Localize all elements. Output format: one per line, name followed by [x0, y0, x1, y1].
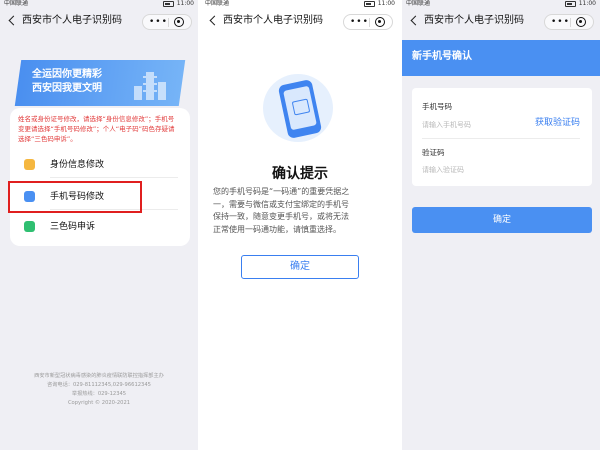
page-title: 西安市个人电子识别码 [424, 15, 524, 26]
close-circle-icon[interactable] [174, 17, 184, 27]
menu-item-label: 三色码申诉 [50, 222, 96, 232]
status-bar: 中国联通 11:00 [201, 0, 399, 8]
menu-item-label: 身份信息修改 [50, 160, 105, 170]
id-card-icon [24, 159, 35, 170]
page-title: 西安市个人电子识别码 [22, 15, 122, 26]
pagoda-icon [134, 72, 166, 100]
clock: 11:00 [377, 0, 395, 7]
clock: 11:00 [578, 0, 596, 7]
battery-icon [162, 1, 174, 7]
confirm-button[interactable]: 确定 [412, 207, 592, 233]
prompt-title: 确认提示 [272, 166, 328, 182]
miniapp-capsule: ••• [544, 14, 594, 30]
page-title: 西安市个人电子识别码 [223, 15, 323, 26]
close-circle-icon[interactable] [375, 17, 385, 27]
footer-copyright: Copyright © 2020-2021 [67, 400, 131, 406]
section-title: 新手机号确认 [412, 51, 472, 62]
carrier-label: 中国联通 [205, 0, 230, 7]
carrier-label: 中国联通 [406, 0, 431, 7]
phone-illustration-icon [263, 70, 337, 142]
more-icon[interactable]: ••• [149, 17, 168, 27]
battery-icon [564, 1, 576, 7]
highlight-box [8, 181, 142, 213]
phone-label: 手机号码 [422, 102, 452, 111]
notice-text: 姓名或身份证号修改，请选择“身份信息修改”；手机号 变更请选择“手机号码修改”；… [18, 115, 175, 143]
footer-hotline: 举报热线：029-12345 [71, 391, 127, 397]
screen-confirm-prompt: 中国联通 11:00 西安市个人电子识别码 ••• 确认提示 您的手机号码是“一… [201, 0, 399, 450]
clock: 11:00 [176, 0, 194, 7]
screen-new-phone: 中国联通 11:00 西安市个人电子识别码 ••• 新手机号确认 手机号码 请输… [402, 0, 600, 450]
menu-item-identity[interactable]: 身份信息修改 [18, 152, 178, 178]
more-icon[interactable]: ••• [350, 17, 369, 27]
miniapp-capsule: ••• [142, 14, 192, 30]
code-input[interactable]: 请输入验证码 [422, 165, 464, 175]
screen-modify-menu: 中国联通 11:00 西安市个人电子识别码 ••• 全运因你更精彩 西安因我更文… [0, 0, 198, 450]
promo-banner: 全运因你更精彩 西安因我更文明 [14, 60, 186, 106]
footer-organizer: 西安市新型冠状病毒感染的肺炎疫情联防联控指挥部主办 [34, 373, 164, 379]
nav-bar: 西安市个人电子识别码 ••• [402, 10, 600, 32]
prompt-description: 您的手机号码是“一码通”的重要凭据之 一，需要与微信或支付宝绑定的手机号 保持一… [213, 187, 350, 234]
phone-input[interactable]: 请输入手机号码 [422, 120, 471, 130]
nav-bar: 西安市个人电子识别码 ••• [0, 10, 198, 32]
footer-phone: 咨询电话：029-81112345,029-96612345 [47, 382, 151, 388]
back-arrow-icon[interactable] [410, 14, 418, 28]
screenshot-collage: 中国联通 11:00 西安市个人电子识别码 ••• 全运因你更精彩 西安因我更文… [0, 0, 600, 450]
battery-icon [363, 1, 375, 7]
carrier-label: 中国联通 [4, 0, 29, 7]
miniapp-capsule: ••• [343, 14, 393, 30]
section-header: 新手机号确认 [402, 40, 600, 76]
back-arrow-icon[interactable] [8, 14, 16, 28]
code-label: 验证码 [422, 148, 445, 157]
qrcode-icon [24, 221, 35, 232]
nav-bar: 西安市个人电子识别码 ••• [201, 10, 399, 32]
get-code-button[interactable]: 获取验证码 [535, 117, 580, 129]
status-bar: 中国联通 11:00 [402, 0, 600, 8]
banner-line-2: 西安因我更文明 [32, 83, 102, 94]
confirm-button[interactable]: 确定 [241, 255, 359, 279]
back-arrow-icon[interactable] [209, 14, 217, 28]
more-icon[interactable]: ••• [551, 17, 570, 27]
close-circle-icon[interactable] [576, 17, 586, 27]
banner-line-1: 全运因你更精彩 [32, 69, 102, 80]
status-bar: 中国联通 11:00 [0, 0, 198, 8]
menu-item-appeal[interactable]: 三色码申诉 [18, 214, 178, 240]
